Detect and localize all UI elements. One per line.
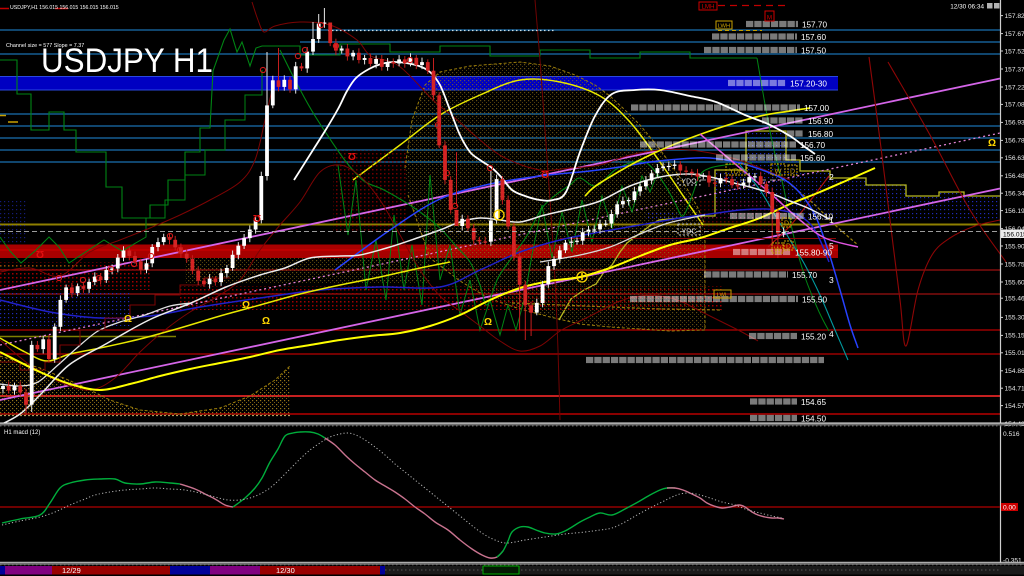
svg-text:155.010: 155.010	[1005, 350, 1024, 357]
svg-text:4: 4	[829, 329, 834, 339]
svg-text:LWH: LWH	[718, 24, 730, 30]
svg-text:YDC: YDC	[682, 229, 697, 236]
svg-text:YDO: YDO	[681, 179, 697, 186]
svg-text:2: 2	[829, 172, 834, 182]
svg-text:Ω: Ω	[253, 212, 261, 223]
svg-text:156.80: 156.80	[808, 130, 833, 139]
svg-text:155.20: 155.20	[801, 333, 826, 342]
svg-text:156.930: 156.930	[1005, 120, 1024, 127]
svg-text:1: 1	[829, 215, 834, 225]
svg-text:W: W	[774, 245, 782, 254]
svg-text:Ω: Ω	[124, 314, 132, 325]
svg-text:D: D	[790, 169, 795, 176]
svg-text:156.195: 156.195	[1005, 208, 1024, 215]
svg-text:W: W	[774, 167, 782, 176]
svg-text:Ω: Ω	[988, 138, 996, 149]
svg-text:154.715: 154.715	[1005, 386, 1024, 393]
svg-text:157.525: 157.525	[1005, 48, 1024, 55]
svg-text:5: 5	[829, 241, 834, 251]
svg-text:155.50: 155.50	[802, 296, 827, 305]
svg-text:157.50: 157.50	[801, 47, 826, 56]
svg-text:157.70: 157.70	[802, 21, 827, 30]
svg-text:H1 macd (12): H1 macd (12)	[4, 430, 40, 436]
svg-text:157.820: 157.820	[1005, 13, 1024, 20]
svg-text:154.860: 154.860	[1005, 368, 1024, 375]
svg-text:155.80-90: 155.80-90	[795, 249, 832, 258]
svg-text:12/30 06:34: 12/30 06:34	[950, 4, 984, 11]
svg-text:157.00: 157.00	[804, 104, 829, 113]
svg-text:157.20-30: 157.20-30	[790, 80, 827, 89]
svg-text:157.080: 157.080	[1005, 102, 1024, 109]
svg-text:0.516: 0.516	[1003, 431, 1020, 438]
svg-text:155.750: 155.750	[1005, 261, 1024, 268]
svg-text:154.570: 154.570	[1005, 403, 1024, 410]
svg-text:155.600: 155.600	[1005, 279, 1024, 286]
svg-text:12/30: 12/30	[276, 566, 295, 575]
svg-text:156.60: 156.60	[800, 154, 825, 163]
svg-text:YDH: YDH	[729, 169, 744, 176]
svg-text:3: 3	[829, 275, 834, 285]
svg-text:156.70: 156.70	[800, 141, 825, 150]
svg-text:0.00: 0.00	[1003, 505, 1016, 512]
svg-text:157.60: 157.60	[801, 33, 826, 42]
svg-text:156.015: 156.015	[1003, 231, 1024, 238]
svg-text:Ω: Ω	[36, 248, 44, 259]
svg-text:LMH: LMH	[701, 4, 714, 11]
svg-text:USDJPY H1: USDJPY H1	[41, 42, 213, 80]
svg-text:M: M	[767, 15, 772, 22]
svg-text:155.465: 155.465	[1005, 296, 1024, 303]
svg-text:Ω: Ω	[541, 168, 549, 179]
svg-text:155.155: 155.155	[1005, 333, 1024, 340]
svg-text:Ω: Ω	[242, 300, 250, 311]
svg-text:157.670: 157.670	[1005, 31, 1024, 38]
svg-text:155.305: 155.305	[1005, 315, 1024, 322]
svg-text:Ω: Ω	[262, 316, 270, 327]
svg-text:156.340: 156.340	[1005, 191, 1024, 198]
svg-text:157.225: 157.225	[1005, 84, 1024, 91]
svg-text:LWL: LWL	[717, 293, 729, 299]
svg-text:12/29: 12/29	[62, 566, 81, 575]
svg-text:154.50: 154.50	[801, 415, 826, 424]
svg-text:157.375: 157.375	[1005, 66, 1024, 73]
svg-text:Ω: Ω	[348, 150, 356, 161]
svg-text:156.485: 156.485	[1005, 173, 1024, 180]
svg-text:155.900: 155.900	[1005, 243, 1024, 250]
svg-text:D: D	[786, 244, 791, 251]
svg-text:154.65: 154.65	[801, 398, 826, 407]
svg-text:156.90: 156.90	[808, 117, 833, 126]
svg-text:156.780: 156.780	[1005, 138, 1024, 145]
svg-text:Ω: Ω	[484, 317, 492, 328]
svg-text:156.635: 156.635	[1005, 155, 1024, 162]
svg-text:USDJPY,H1 156.015 156.015 156: USDJPY,H1 156.015 156.015 156.015 156.01…	[10, 5, 119, 11]
svg-text:D: D	[784, 221, 789, 228]
svg-text:-0.351: -0.351	[1003, 558, 1022, 565]
svg-text:155.70: 155.70	[792, 271, 817, 280]
